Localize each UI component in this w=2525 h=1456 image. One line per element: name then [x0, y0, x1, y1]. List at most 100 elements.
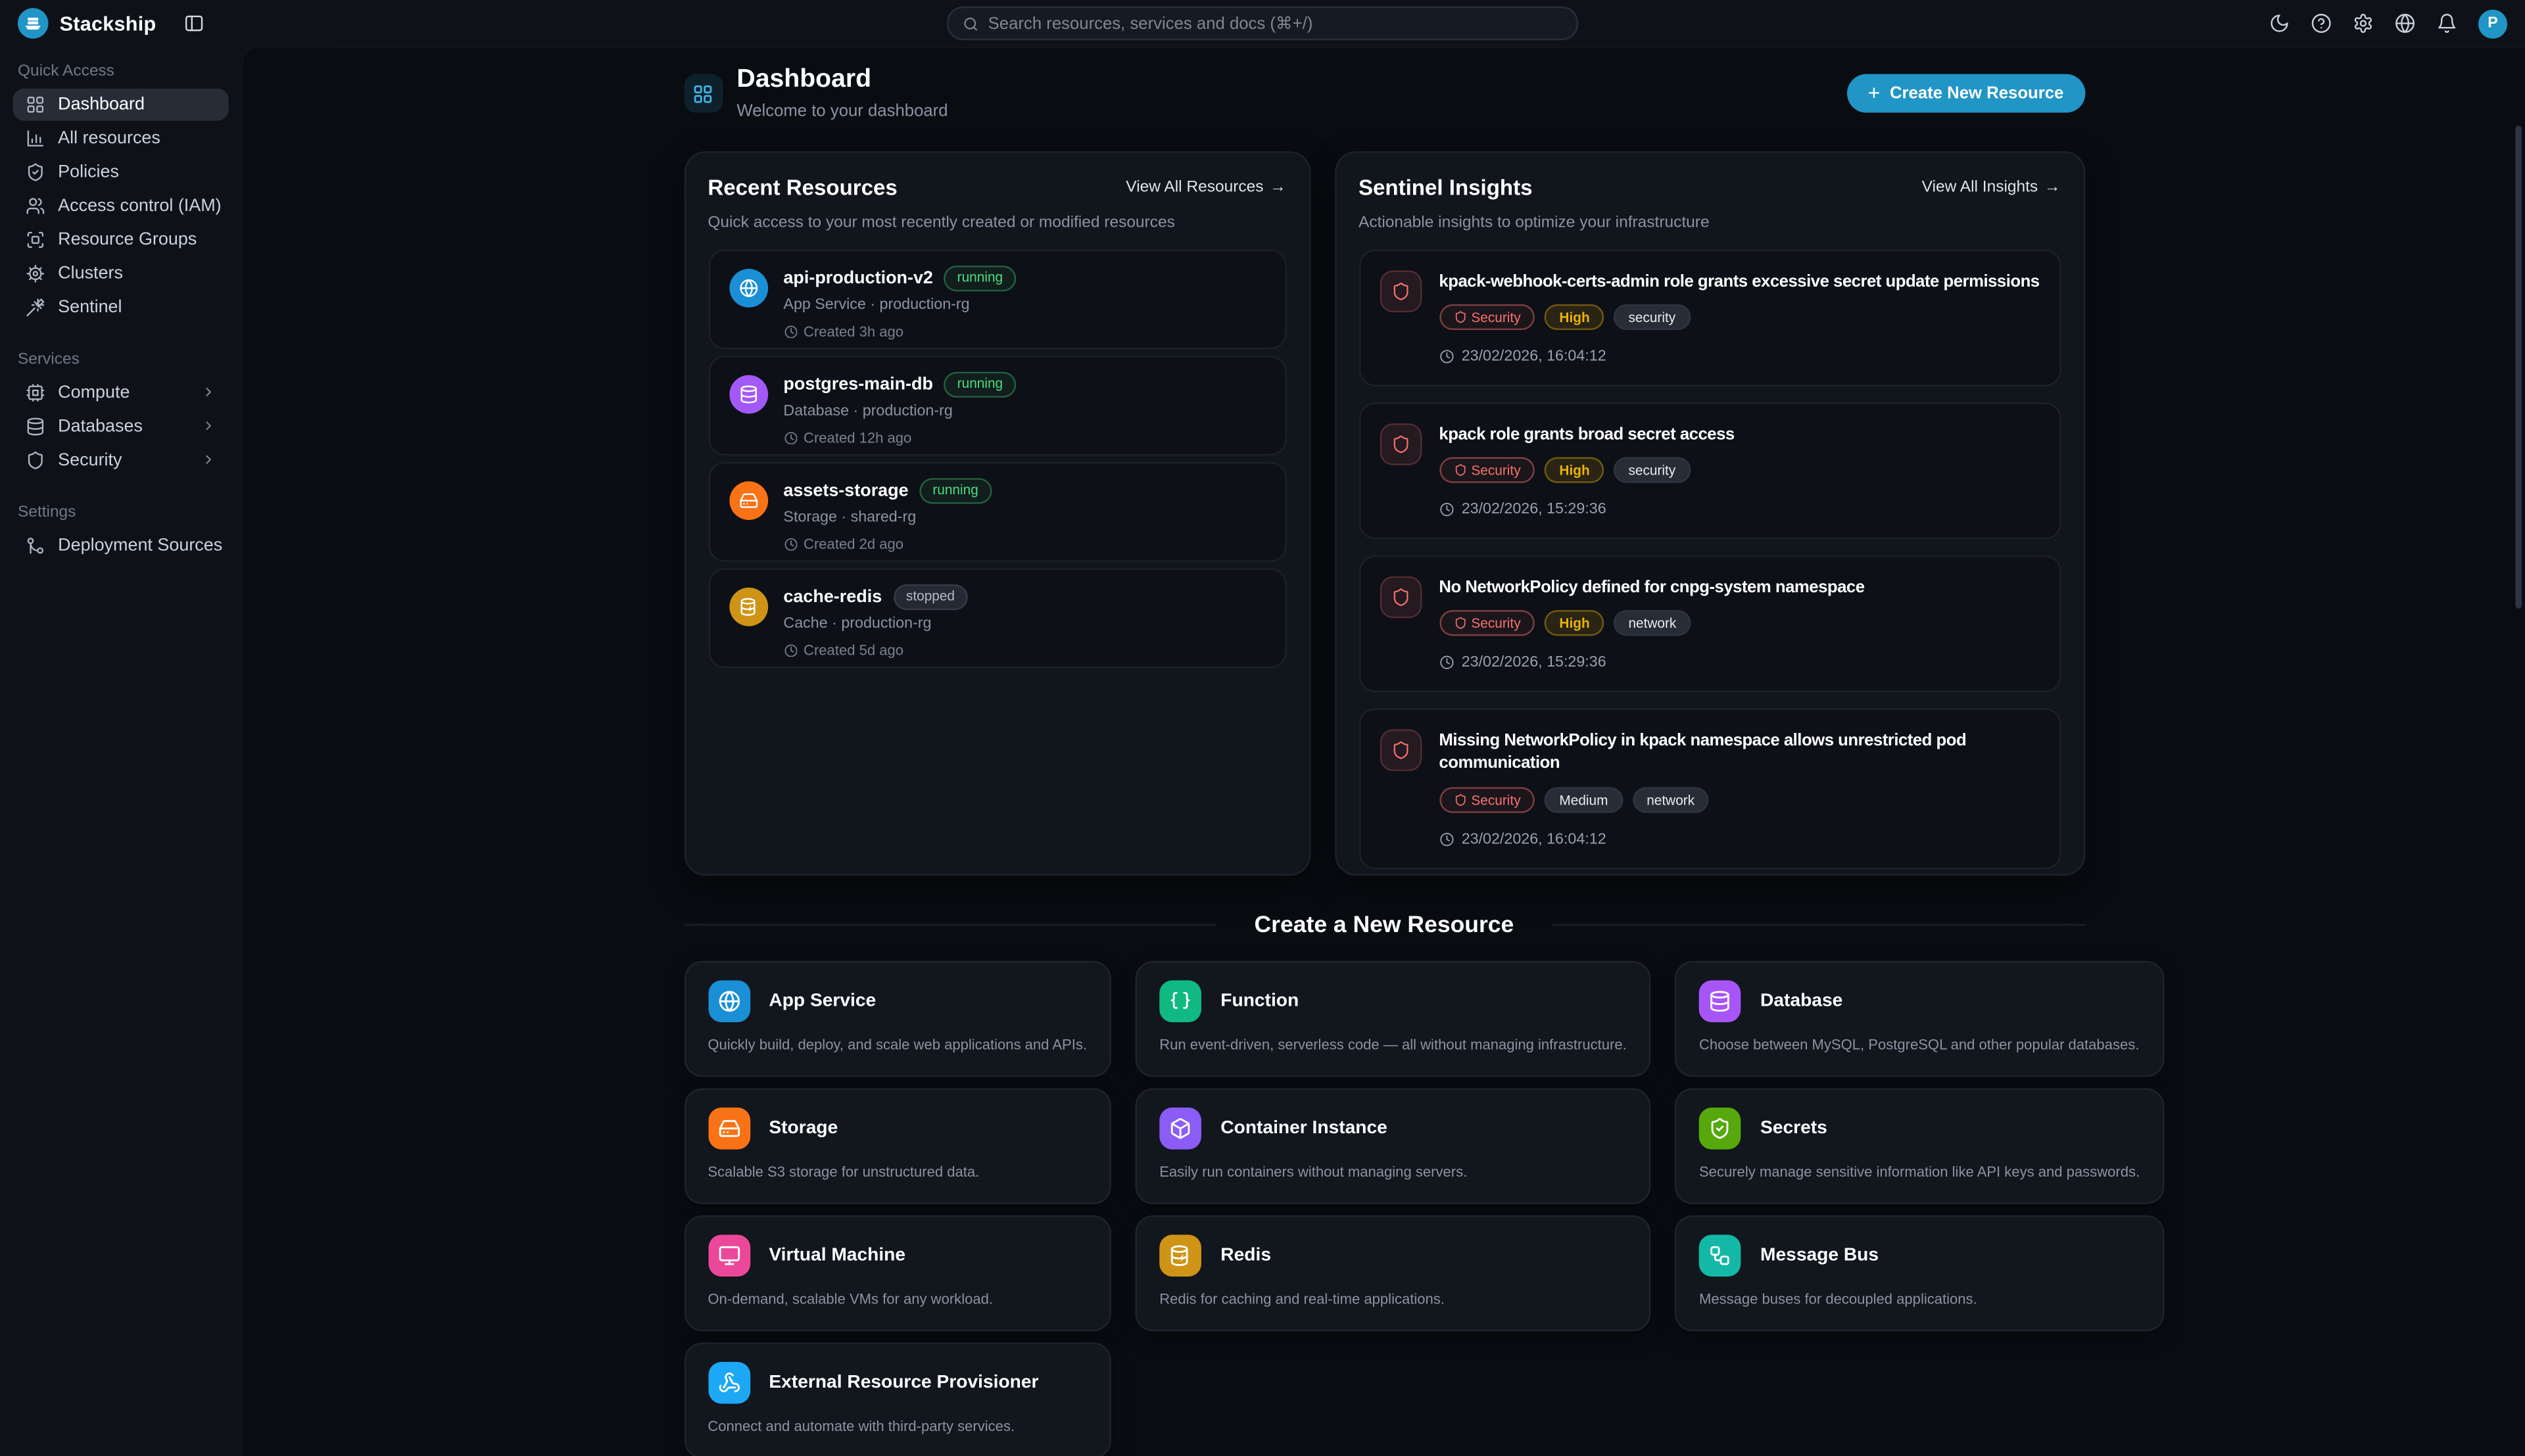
user-avatar[interactable]: P [2478, 9, 2507, 37]
resource-meta: Storage · shared-rg [783, 508, 991, 526]
sidebar: Quick Access Dashboard All resources Pol… [0, 47, 241, 1456]
search-input[interactable] [988, 14, 1562, 33]
panel-subtitle: Actionable insights to optimize your inf… [1359, 214, 2060, 231]
sidebar-item-compute[interactable]: Compute [13, 377, 229, 408]
create-card-database[interactable]: Database Choose between MySQL, PostgreSQ… [1675, 961, 2164, 1077]
tag-badge: network [1632, 787, 1709, 812]
redis-icon [729, 587, 767, 626]
section-title: Create a New Resource [1255, 912, 1514, 938]
create-new-resource-button[interactable]: + Create New Resource [1847, 75, 2084, 114]
plus-icon: + [1868, 83, 1881, 104]
scrollbar[interactable] [2515, 126, 2522, 609]
create-card-message-bus[interactable]: Message Bus Message buses for decoupled … [1675, 1215, 2164, 1330]
severity-badge: Security [1439, 304, 1535, 330]
sidebar-section-label: Services [13, 344, 229, 377]
tag-badge: security [1614, 458, 1690, 483]
insight-list-item[interactable]: kpack-webhook-certs-admin role grants ex… [1359, 249, 2060, 387]
sidebar-item-dashboard[interactable]: Dashboard [13, 89, 229, 120]
create-card-app-service[interactable]: App Service Quickly build, deploy, and s… [684, 961, 1111, 1077]
global-search[interactable] [947, 7, 1578, 40]
top-bar: Stackship P [0, 0, 2525, 47]
search-icon [963, 15, 978, 31]
sidebar-section-label: Quick Access [13, 57, 229, 89]
panel-title: Sentinel Insights [1359, 175, 1533, 199]
page-header: Dashboard Welcome to your dashboard + Cr… [684, 68, 2085, 120]
insight-list-item[interactable]: kpack role grants broad secret access Se… [1359, 402, 2060, 540]
create-card-external-resource-provisioner[interactable]: External Resource Provisioner Connect an… [684, 1342, 1111, 1456]
insight-timestamp: 23/02/2026, 15:29:36 [1462, 654, 1606, 672]
sidebar-item-sentinel[interactable]: Sentinel [13, 291, 229, 323]
chevron-right-icon [201, 385, 216, 400]
resource-list-item[interactable]: postgres-main-db running Database · prod… [708, 356, 1286, 456]
create-card-container-instance[interactable]: Container Instance Easily run containers… [1135, 1088, 1650, 1204]
shield-check-icon [1699, 1107, 1741, 1149]
security-shield-icon [1380, 576, 1422, 619]
notifications-bell-icon[interactable] [2436, 13, 2457, 34]
sidebar-item-resource-groups[interactable]: Resource Groups [13, 223, 229, 255]
create-section-heading: Create a New Resource [684, 912, 2085, 938]
level-badge: High [1545, 611, 1604, 636]
hard-drive-icon [729, 481, 767, 520]
severity-badge: Security [1439, 611, 1535, 636]
create-card-virtual-machine[interactable]: Virtual Machine On-demand, scalable VMs … [684, 1215, 1111, 1330]
dashboard-icon [684, 75, 723, 114]
create-card-function[interactable]: Function Run event-driven, serverless co… [1135, 961, 1650, 1077]
clock-icon [1439, 656, 1453, 670]
braces-icon [1159, 980, 1201, 1022]
resource-name: cache-redis [783, 587, 882, 606]
severity-badge: Security [1439, 787, 1535, 812]
arrow-right-icon: → [2044, 178, 2060, 196]
resource-created: Created 2d ago [804, 536, 903, 552]
clock-icon [1439, 502, 1453, 517]
insight-timestamp: 23/02/2026, 16:04:12 [1462, 348, 1606, 365]
sidebar-item-clusters[interactable]: Clusters [13, 258, 229, 289]
database-icon [26, 417, 45, 436]
sidebar-item-deployment-sources[interactable]: Deployment Sources [13, 530, 229, 561]
level-badge: Medium [1545, 787, 1622, 812]
clock-icon [1439, 832, 1453, 846]
resource-meta: Cache · production-rg [783, 615, 967, 632]
sentinel-insights-panel: Sentinel Insights View All Insights→ Act… [1334, 151, 2084, 876]
globe-icon [708, 980, 750, 1022]
security-shield-icon [1380, 423, 1422, 465]
help-icon[interactable] [2311, 13, 2332, 34]
bar-chart-icon [26, 128, 45, 147]
group-icon [26, 230, 45, 249]
security-shield-icon [1380, 730, 1422, 772]
sidebar-section-label: Settings [13, 498, 229, 530]
sidebar-item-access-control[interactable]: Access control (IAM) [13, 190, 229, 222]
panel-title: Recent Resources [708, 175, 898, 199]
dark-mode-icon[interactable] [2269, 13, 2290, 34]
hard-drive-icon [708, 1107, 750, 1149]
insight-title: kpack role grants broad secret access [1439, 423, 2039, 446]
create-card-secrets[interactable]: Secrets Securely manage sensitive inform… [1675, 1088, 2164, 1204]
webhook-icon [708, 1361, 750, 1403]
brand[interactable]: Stackship [18, 8, 156, 39]
level-badge: High [1545, 304, 1604, 330]
insight-list-item[interactable]: Missing NetworkPolicy in kpack namespace… [1359, 709, 2060, 868]
status-badge: running [920, 478, 992, 504]
language-globe-icon[interactable] [2395, 13, 2416, 34]
view-all-resources-link[interactable]: View All Resources→ [1126, 178, 1286, 196]
resource-created: Created 5d ago [804, 642, 903, 658]
sidebar-item-policies[interactable]: Policies [13, 156, 229, 188]
settings-gear-icon[interactable] [2353, 13, 2374, 34]
resource-list-item[interactable]: assets-storage running Storage · shared-… [708, 461, 1286, 561]
create-card-storage[interactable]: Storage Scalable S3 storage for unstruct… [684, 1088, 1111, 1204]
clock-icon [783, 325, 797, 339]
resource-name: assets-storage [783, 481, 908, 500]
resource-list-item[interactable]: api-production-v2 running App Service · … [708, 249, 1286, 349]
database-icon [729, 375, 767, 413]
insight-list-item[interactable]: No NetworkPolicy defined for cnpg-system… [1359, 555, 2060, 693]
clock-icon [1439, 349, 1453, 364]
stackship-logo-icon [18, 8, 49, 39]
sidebar-item-databases[interactable]: Databases [13, 410, 229, 442]
sidebar-toggle-icon[interactable] [183, 13, 204, 34]
main-content: Dashboard Welcome to your dashboard + Cr… [241, 47, 2525, 1456]
view-all-insights-link[interactable]: View All Insights→ [1922, 178, 2061, 196]
sidebar-item-all-resources[interactable]: All resources [13, 122, 229, 154]
resource-list-item[interactable]: cache-redis stopped Cache · production-r… [708, 568, 1286, 668]
clock-icon [783, 537, 797, 551]
create-card-redis[interactable]: Redis Redis for caching and real-time ap… [1135, 1215, 1650, 1330]
sidebar-item-security[interactable]: Security [13, 444, 229, 476]
